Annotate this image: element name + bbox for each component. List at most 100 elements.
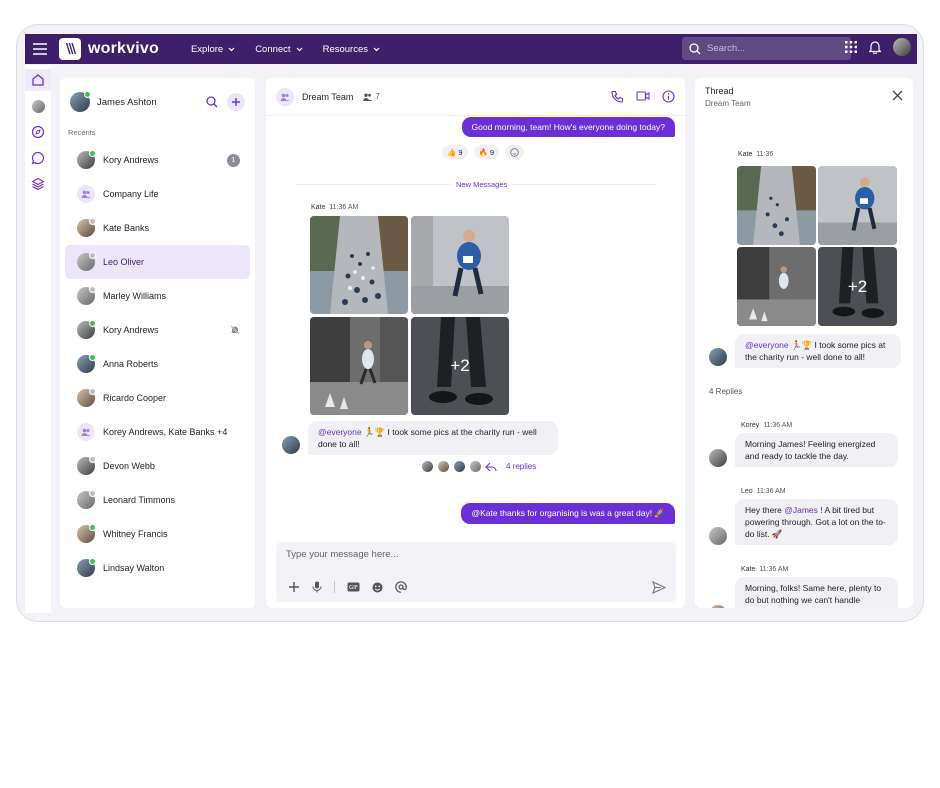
conversation-list: Kory Andrews 1 Company Life Kate Banks L… (60, 143, 255, 585)
conversation-label: Ricardo Cooper (103, 393, 167, 403)
thread-root-message: @everyone 🏃🏆 I took some pics at the cha… (735, 334, 901, 368)
gallery-photo-more[interactable]: +2 (411, 317, 509, 415)
avatar (77, 320, 96, 339)
thread-reply: Morning, folks! Same here, plenty to do … (735, 577, 898, 608)
conversation-item[interactable]: Kory Andrews 1 (65, 143, 250, 177)
unread-badge: 1 (227, 153, 240, 167)
reply-avatar[interactable] (709, 605, 727, 608)
gif-icon[interactable]: GIF (347, 582, 360, 592)
conversation-label: Leo Oliver (103, 257, 145, 267)
gallery-photo[interactable] (310, 317, 408, 415)
gallery-photo[interactable] (310, 216, 408, 314)
message-emoji: 🏃🏆 (790, 340, 813, 350)
rail-layers[interactable] (25, 173, 51, 195)
nav-connect[interactable]: Connect (255, 44, 303, 55)
gallery-photo[interactable] (737, 247, 816, 326)
gallery-photo-more[interactable]: +2 (818, 247, 897, 326)
left-rail (25, 65, 51, 613)
logo-icon: \\\ (59, 38, 81, 60)
reply-meta: Leo 11:36 AM (741, 488, 786, 495)
close-icon[interactable] (892, 90, 903, 101)
gallery-photo[interactable] (737, 166, 816, 245)
new-conversation-button[interactable] (227, 93, 245, 111)
reply-avatar[interactable] (709, 527, 727, 545)
reaction-thumbs-up[interactable]: 👍 9 (442, 145, 468, 159)
view-replies-link[interactable]: 4 replies (506, 462, 536, 471)
mention[interactable]: @everyone (745, 340, 789, 350)
message-composer: GIF (276, 542, 676, 602)
nav-explore[interactable]: Explore (191, 44, 235, 55)
gallery-photo[interactable] (818, 166, 897, 245)
rail-home[interactable] (25, 69, 51, 91)
message-input[interactable] (286, 549, 656, 560)
conversation-item[interactable]: Leonard Timmons (65, 483, 250, 517)
rail-explore[interactable] (25, 121, 51, 143)
emoji-icon[interactable] (372, 582, 383, 593)
conversation-label: Kate Banks (103, 223, 150, 233)
chat-header: Dream Team 7 (266, 78, 685, 116)
conversation-item[interactable]: Company Life (65, 177, 250, 211)
sender-name: Kate (311, 204, 326, 211)
search-input[interactable] (707, 43, 837, 54)
info-icon[interactable] (662, 90, 675, 103)
conversation-item[interactable]: Kate Banks (65, 211, 250, 245)
logo[interactable]: \\\ workvivo (59, 38, 159, 60)
send-icon[interactable] (652, 581, 666, 594)
reaction-fire[interactable]: 🔥 9 (473, 145, 500, 159)
chat-icon (31, 151, 45, 165)
conversation-item[interactable]: Ricardo Cooper (65, 381, 250, 415)
phone-icon[interactable] (611, 90, 624, 103)
sender-avatar[interactable] (709, 348, 727, 366)
mention[interactable]: @everyone (318, 427, 362, 437)
sender-name: Leo (741, 488, 753, 495)
user-avatar[interactable] (70, 91, 91, 112)
conversation-item[interactable]: Korey Andrews, Kate Banks +4 (65, 415, 250, 449)
composer-toolbar: GIF (288, 581, 407, 593)
message-emoji: 🏃🏆 (363, 427, 386, 437)
nav-resources-label: Resources (322, 43, 368, 55)
plus-icon[interactable] (288, 581, 300, 593)
message-outgoing: Good morning, team! How's everyone doing… (461, 117, 675, 137)
reaction-count: 9 (458, 147, 463, 157)
compass-icon (31, 125, 45, 139)
conversation-item-selected[interactable]: Leo Oliver (65, 245, 250, 279)
recents-heading: Recents (68, 128, 96, 137)
menu-icon[interactable] (25, 43, 55, 55)
video-icon[interactable] (636, 90, 650, 102)
profile-avatar[interactable] (893, 38, 911, 56)
rail-chat[interactable] (25, 147, 51, 169)
global-search[interactable] (682, 37, 851, 60)
member-count[interactable]: 7 (363, 92, 380, 101)
bell-icon[interactable] (869, 40, 881, 54)
mention[interactable]: @James (784, 505, 818, 515)
avatar (77, 286, 96, 305)
sender-avatar[interactable] (282, 436, 300, 454)
add-reaction-button[interactable] (505, 145, 525, 159)
thread-reply: Hey there @James ! A bit tired but power… (735, 499, 898, 545)
rail-profile[interactable] (25, 95, 51, 117)
conversation-item[interactable]: Anna Roberts (65, 347, 250, 381)
thread-replies-summary[interactable]: 4 replies (421, 460, 536, 473)
search-icon (689, 42, 701, 54)
nav-resources[interactable]: Resources (323, 44, 380, 55)
avatar (77, 558, 96, 577)
top-icons (845, 38, 911, 56)
microphone-icon[interactable] (312, 581, 322, 593)
reply-meta: Korey 11:36 AM (741, 422, 792, 429)
gallery-photo[interactable] (411, 216, 509, 314)
message-time: 11:36 AM (329, 204, 359, 211)
conversation-item[interactable]: Lindsay Walton (65, 551, 250, 585)
search-conversations-button[interactable] (203, 93, 221, 111)
conversation-item[interactable]: Marley Williams (65, 279, 250, 313)
conversation-item[interactable]: Whitney Francis (65, 517, 250, 551)
conversation-label: Whitney Francis (103, 529, 168, 539)
group-icon (276, 87, 294, 106)
apps-grid-icon[interactable] (845, 41, 857, 53)
logo-text: workvivo (88, 40, 159, 57)
thread-photo-gallery: +2 (737, 166, 897, 326)
home-icon (32, 74, 44, 86)
mention-icon[interactable] (395, 581, 407, 593)
reply-avatar[interactable] (709, 449, 727, 467)
conversation-item[interactable]: Devon Webb (65, 449, 250, 483)
conversation-item[interactable]: Kory Andrews (65, 313, 250, 347)
